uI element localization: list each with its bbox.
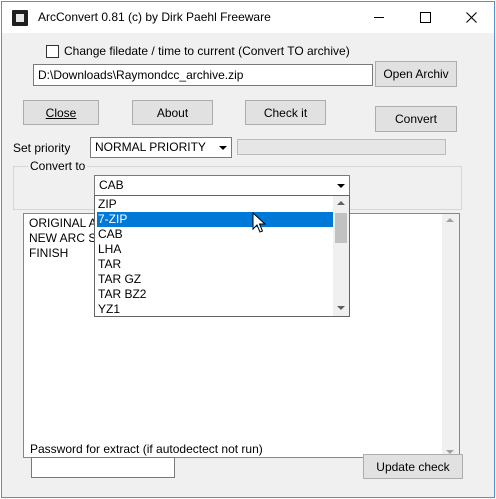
update-check-button[interactable]: Update check: [363, 454, 463, 479]
app-icon: [12, 10, 28, 26]
minimize-icon: [374, 16, 384, 18]
convert-button[interactable]: Convert: [375, 106, 457, 132]
progress-bar: [237, 139, 446, 155]
app-window: ArcConvert 0.81 (c) by Dirk Paehl Freewa…: [1, 1, 495, 498]
format-value: CAB: [99, 178, 124, 192]
change-filedate-checkbox[interactable]: [46, 45, 59, 58]
dropdown-option[interactable]: LHA: [97, 242, 333, 257]
dropdown-option[interactable]: YZ1: [97, 302, 333, 317]
log-line: FINISH: [29, 246, 69, 260]
window-title: ArcConvert 0.81 (c) by Dirk Paehl Freewa…: [38, 10, 271, 24]
format-dropdown-list[interactable]: ZIP 7-ZIP CAB LHA TAR TAR GZ TAR BZ2 YZ1: [94, 195, 350, 317]
close-button-label: Close: [45, 105, 77, 120]
archive-path-input[interactable]: D:\Downloads\Raymondcc_archive.zip: [33, 64, 373, 86]
dropdown-option[interactable]: CAB: [97, 227, 333, 242]
chevron-down-icon[interactable]: [333, 177, 348, 194]
close-button[interactable]: Close: [23, 100, 99, 125]
mouse-cursor-icon: [252, 212, 266, 233]
dropdown-option-selected[interactable]: 7-ZIP: [97, 212, 333, 227]
convert-to-label: Convert to: [28, 159, 88, 173]
check-button[interactable]: Check it: [245, 100, 326, 125]
priority-value: NORMAL PRIORITY: [95, 140, 206, 154]
dropdown-scroll-thumb[interactable]: [335, 213, 347, 243]
chevron-down-icon[interactable]: [215, 139, 230, 156]
chevron-up-icon[interactable]: [337, 201, 345, 205]
chevron-down-icon[interactable]: [337, 306, 345, 310]
maximize-icon: [419, 11, 431, 23]
dropdown-scrollbar[interactable]: [333, 196, 349, 316]
close-window-button[interactable]: [448, 2, 494, 32]
dropdown-option[interactable]: TAR GZ: [97, 272, 333, 287]
dropdown-option[interactable]: TAR BZ2: [97, 287, 333, 302]
priority-label: Set priority: [13, 141, 71, 155]
chevron-up-icon[interactable]: [446, 218, 454, 222]
dropdown-option[interactable]: ZIP: [97, 197, 333, 212]
title-bar[interactable]: ArcConvert 0.81 (c) by Dirk Paehl Freewa…: [2, 2, 494, 33]
close-icon: [465, 11, 477, 23]
dropdown-option[interactable]: TAR: [97, 257, 333, 272]
log-scrollbar[interactable]: [442, 214, 459, 457]
maximize-button[interactable]: [402, 2, 448, 32]
change-filedate-label: Change filedate / time to current (Conve…: [64, 44, 350, 58]
password-input[interactable]: [31, 457, 175, 478]
minimize-button[interactable]: [356, 2, 402, 32]
about-button[interactable]: About: [132, 100, 213, 125]
priority-select[interactable]: NORMAL PRIORITY: [90, 137, 232, 158]
open-archive-button[interactable]: Open Archiv: [375, 61, 457, 87]
password-label: Password for extract (if autodectect not…: [30, 442, 263, 456]
format-select[interactable]: CAB: [94, 175, 350, 196]
